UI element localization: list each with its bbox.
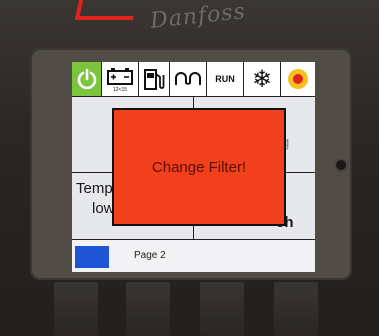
alert-popup[interactable]: Change Filter!: [112, 108, 286, 226]
fuel-button[interactable]: [139, 62, 170, 96]
alert-message: Change Filter!: [151, 158, 247, 176]
hardware-key-2[interactable]: [126, 282, 170, 336]
page-label: Page 2: [134, 250, 166, 261]
hardware-key-4[interactable]: [274, 282, 318, 336]
red-sticker-mark: [74, 0, 140, 20]
controller-device: Danfoss 12<15 RUN ❄ Temp low Page 2 Chan…: [0, 0, 379, 336]
icon-bar: 12<15 RUN ❄: [72, 62, 315, 96]
battery-caption: 12<15: [113, 87, 127, 93]
temp-label: Temp: [76, 180, 113, 197]
glow-plug-icon: [175, 72, 201, 85]
glow-plug-button[interactable]: [170, 62, 207, 96]
alarm-icon: [288, 69, 308, 89]
alarm-button[interactable]: [281, 62, 315, 96]
status-led: [336, 160, 346, 170]
battery-button[interactable]: 12<15: [102, 62, 139, 96]
brand-logo: Danfoss: [148, 0, 247, 34]
power-button[interactable]: [72, 62, 102, 96]
snowflake-icon[interactable]: ❄: [244, 62, 281, 96]
hardware-key-3[interactable]: [200, 282, 244, 336]
power-icon: [77, 68, 96, 90]
run-button[interactable]: RUN: [207, 62, 244, 96]
hardware-key-1[interactable]: [54, 282, 98, 336]
battery-icon: 12<15: [107, 68, 133, 93]
hardware-keys: [40, 282, 360, 336]
fuel-pump-icon: [144, 69, 165, 90]
page-nav-button[interactable]: [75, 246, 109, 268]
bottom-bar: Page 2: [72, 240, 315, 272]
